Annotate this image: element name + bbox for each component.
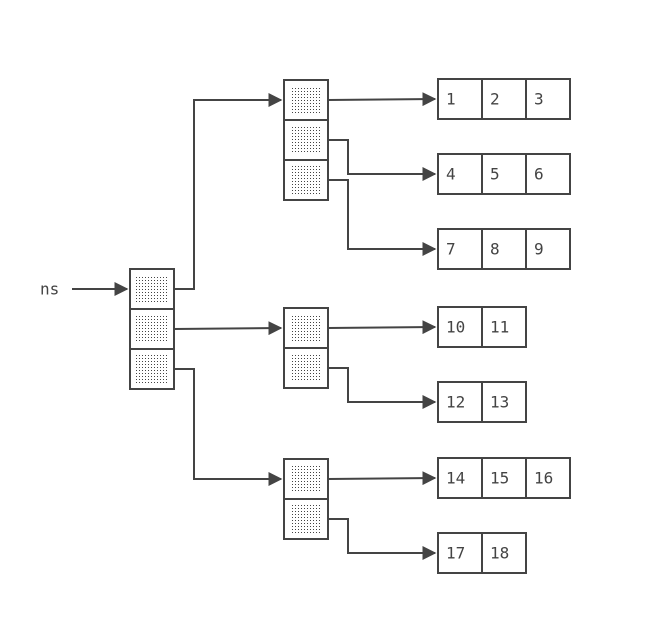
data-cell <box>482 229 526 269</box>
data-cell-value: 10 <box>446 318 465 337</box>
pointer-cell-fill <box>290 126 322 154</box>
data-cell-value: 4 <box>446 165 456 184</box>
data-cell-value: 6 <box>534 165 544 184</box>
data-cell <box>438 154 482 194</box>
data-cell <box>482 79 526 119</box>
pointer-cell-fill <box>290 354 322 382</box>
arrow-icon <box>328 478 435 479</box>
data-cell-value: 8 <box>490 240 500 259</box>
arrow-icon <box>328 327 435 328</box>
root-label: ns <box>40 280 59 299</box>
data-cell-value: 12 <box>446 393 465 412</box>
arrow-icon <box>328 180 435 249</box>
data-cell-value: 3 <box>534 90 544 109</box>
data-cell-value: 16 <box>534 469 553 488</box>
data-cell <box>482 154 526 194</box>
data-cell-value: 1 <box>446 90 456 109</box>
data-cell <box>438 229 482 269</box>
data-cell-value: 9 <box>534 240 544 259</box>
data-cell-value: 2 <box>490 90 500 109</box>
data-cell-value: 11 <box>490 318 509 337</box>
data-cell-value: 15 <box>490 469 509 488</box>
arrow-icon <box>328 368 435 402</box>
pointer-cell-fill <box>136 355 168 383</box>
arrow-icon <box>328 519 435 553</box>
pointer-cell-fill <box>290 465 322 493</box>
data-cell-value: 7 <box>446 240 456 259</box>
data-cell <box>526 229 570 269</box>
pointer-cell-fill <box>290 86 322 114</box>
arrow-icon <box>174 100 281 289</box>
arrow-icon <box>174 369 281 479</box>
pointer-cell-fill <box>290 166 322 194</box>
arrow-icon <box>328 99 435 100</box>
pointer-cell-fill <box>290 314 322 342</box>
data-cell <box>526 154 570 194</box>
data-cell-value: 14 <box>446 469 465 488</box>
nested-seq-diagram: ns123456789101112131415161718 <box>0 0 647 622</box>
data-cell-value: 13 <box>490 393 509 412</box>
pointer-cell-fill <box>136 275 168 303</box>
data-cell <box>526 79 570 119</box>
arrow-icon <box>328 140 435 174</box>
arrow-icon <box>174 328 281 329</box>
pointer-cell-fill <box>136 315 168 343</box>
data-cell-value: 18 <box>490 544 509 563</box>
pointer-cell-fill <box>290 505 322 533</box>
data-cell-value: 5 <box>490 165 500 184</box>
data-cell <box>438 79 482 119</box>
data-cell-value: 17 <box>446 544 465 563</box>
